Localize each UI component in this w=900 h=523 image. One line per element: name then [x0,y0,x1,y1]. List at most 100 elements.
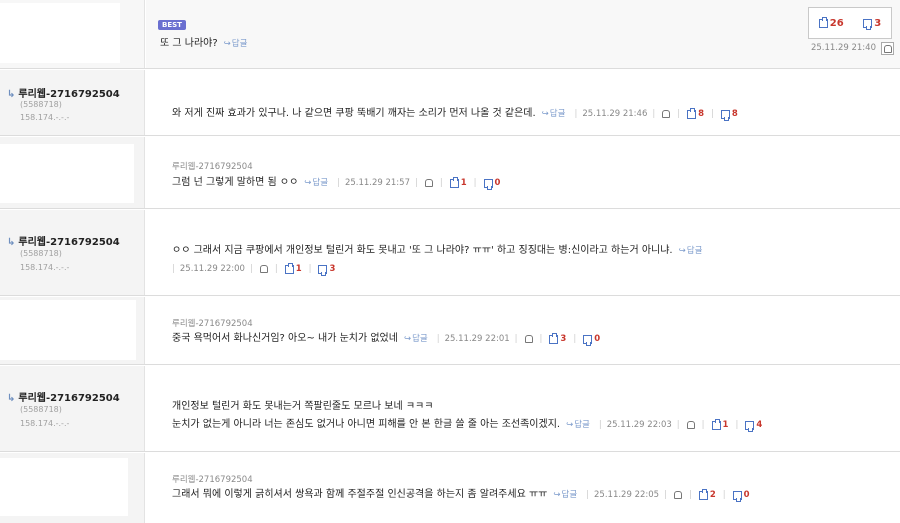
comment-text: 중국 욕먹어서 화나신거임? 아오~ 내가 눈치가 없었네 [172,333,398,344]
reply-arrow-icon: ↳ [7,89,16,100]
reply-link[interactable]: ↪답글 [304,176,328,190]
author-id: (5588718) [20,405,62,414]
comment-date: 25.11.29 21:40 [810,43,876,53]
comment-meta: ↪답글 [679,244,707,258]
comment-row: ↳ 루리웹-2716792504 (5588718) 158.174.-.-.- … [0,210,900,296]
comment-row: ↳ 루리웹-2716792504 (5588718) 158.174.-.-.- … [0,366,900,452]
reply-arrow-icon: ↪ [403,334,412,344]
author-id: (5588718) [20,100,62,109]
downvote-button[interactable]: 0 [483,176,500,190]
author-panel [0,137,145,208]
author-name[interactable]: ↳ 루리웹-2716792504 [7,233,120,248]
comment-date: 25.11.29 22:03 [606,420,672,430]
author-panel: ↳ 루리웹-2716792504 (5588718) 158.174.-.-.- [0,210,145,295]
bell-icon[interactable] [524,335,533,343]
author-panel [0,453,145,523]
upvote-button[interactable]: 8 [687,107,704,121]
comment-line: 그럼 넌 그렇게 말하면 됨 ㅇㅇ ↪답글 | 25.11.29 21:57 | … [172,176,502,190]
comment-meta: ↪답글 | 25.11.29 21:57 | | 1 | 0 [304,176,501,190]
reply-arrow-icon: ↪ [678,246,686,256]
comment-meta: | 25.11.29 22:00 | | 1 | 3 [172,262,336,276]
comment-row: 루리웹-2716792504 중국 욕먹어서 화나신거임? 아오~ 내가 눈치가… [0,297,900,365]
thumbs-down-icon [745,420,755,432]
comment-date: 25.11.29 21:46 [582,109,648,119]
author-id: (5588718) [20,249,62,258]
thumbs-down-icon [483,178,493,190]
author-ip: 158.174.-.-.- [20,263,70,272]
thumbs-up-icon [687,107,697,119]
downvote-button[interactable]: 3 [318,262,335,276]
reply-link[interactable]: ↪답글 [224,37,248,51]
avatar [0,144,134,203]
best-comment-row: BEST 또 그 나라야? ↪답글 26 3 25.11.29 21:40 [0,0,900,69]
upvote-button[interactable]: 2 [698,488,716,502]
bell-icon[interactable] [662,110,671,118]
author-name[interactable]: ↳ 루리웹-2716792504 [7,389,120,404]
author-name[interactable]: ↳ 루리웹-2716792504 [7,85,120,100]
upvote-count: 26 [829,17,844,29]
best-comment-line: 또 그 나라야? ↪답글 [160,37,251,51]
bell-icon [883,44,892,53]
bell-icon[interactable] [424,179,433,187]
comment-date: 25.11.29 22:05 [594,490,660,500]
report-button[interactable] [881,42,894,55]
upvote-button[interactable]: 3 [549,332,566,346]
downvote-button[interactable]: 8 [720,107,738,121]
thumbs-down-icon [583,334,593,346]
comment-meta: ↪답글 | 25.11.29 22:05 | | 2 | 0 [553,488,750,502]
author-ip: 158.174.-.-.- [20,419,70,428]
comment-meta: ↪답글 | 25.11.29 21:46 | | 8 | 8 [541,107,738,121]
downvote-button[interactable]: 0 [732,488,750,502]
comment-text: 개인정보 털린거 화도 못내는거 쪽팔린줄도 모르나 보네 ㅋㅋㅋ [172,401,434,412]
reply-link[interactable]: ↪답글 [679,244,703,258]
reply-author: 루리웹-2716792504 [172,475,253,485]
comment-text: 그럼 넌 그렇게 말하면 됨 ㅇㅇ [172,177,299,188]
reply-link[interactable]: ↪답글 [553,488,577,502]
best-badge: BEST [158,20,186,30]
best-left-panel [0,0,145,68]
comment-line: 와 저게 진짜 효과가 있구나. 나 같으면 쿠팡 뚝배기 깨자는 소리가 먼저… [172,107,740,121]
comment-row: ↳ 루리웹-2716792504 (5588718) 158.174.-.-.- … [0,70,900,136]
comment-line: 눈치가 없는게 아니라 너는 존심도 없거나 아니면 피해를 안 본 한글 쓸 … [172,418,764,432]
reply-arrow-icon: ↪ [541,109,549,119]
reply-link[interactable]: ↪답글 [566,418,590,432]
downvote-button[interactable]: 3 [863,17,882,30]
thumbs-down-icon [720,109,730,121]
downvote-count: 3 [874,17,882,29]
reply-arrow-icon: ↳ [7,237,16,248]
author-panel [0,297,145,364]
upvote-button[interactable]: 1 [284,262,302,276]
comment-row: 루리웹-2716792504 그래서 뭐에 이렇게 긁히셔서 쌍욕과 함께 주절… [0,453,900,523]
upvote-button[interactable]: 26 [818,16,844,29]
upvote-button[interactable]: 1 [449,176,467,190]
thumbs-up-icon [711,418,721,430]
reply-arrow-icon: ↪ [223,39,231,49]
thumbs-down-icon [318,264,328,276]
bell-icon[interactable] [259,265,268,273]
comment-line: ㅇㅇ 그래서 지금 쿠팡에서 개인정보 털린거 화도 못내고 '또 그 나라야?… [172,244,706,258]
comment-text: 와 저게 진짜 효과가 있구나. 나 같으면 쿠팡 뚝배기 깨자는 소리가 먼저… [172,108,536,119]
downvote-button[interactable]: 0 [583,332,600,346]
bell-icon[interactable] [686,421,695,429]
reply-arrow-icon: ↪ [566,420,574,430]
avatar [0,458,128,516]
reply-link[interactable]: ↪답글 [542,107,566,121]
comment-text-line2: 눈치가 없는게 아니라 너는 존심도 없거나 아니면 피해를 안 본 한글 쓸 … [172,419,561,430]
downvote-button[interactable]: 4 [745,418,762,432]
reply-link[interactable]: ↪답글 [404,332,428,346]
reply-author: 루리웹-2716792504 [172,162,253,172]
comment-meta: ↪답글 | 25.11.29 22:01 | | 3 | 0 [403,332,601,346]
comment-meta: ↪답글 | 25.11.29 22:03 | | 1 | 4 [566,418,763,432]
upvote-button[interactable]: 1 [711,418,728,432]
thumbs-up-icon [818,16,828,28]
author-panel: ↳ 루리웹-2716792504 (5588718) 158.174.-.-.- [0,366,145,451]
comment-meta: ↪답글 [224,37,252,51]
avatar [0,3,120,63]
bell-icon[interactable] [673,491,682,499]
reply-author: 루리웹-2716792504 [172,319,253,329]
comment-date: 25.11.29 21:57 [344,178,410,188]
thumbs-down-icon [732,490,742,502]
comment-text: 그래서 뭐에 이렇게 긁히셔서 쌍욕과 함께 주절주절 인신공격을 하는지 좀 … [172,489,548,500]
comment-meta-line: | 25.11.29 22:00 | | 1 | 3 [172,262,337,276]
thumbs-up-icon [284,262,294,274]
